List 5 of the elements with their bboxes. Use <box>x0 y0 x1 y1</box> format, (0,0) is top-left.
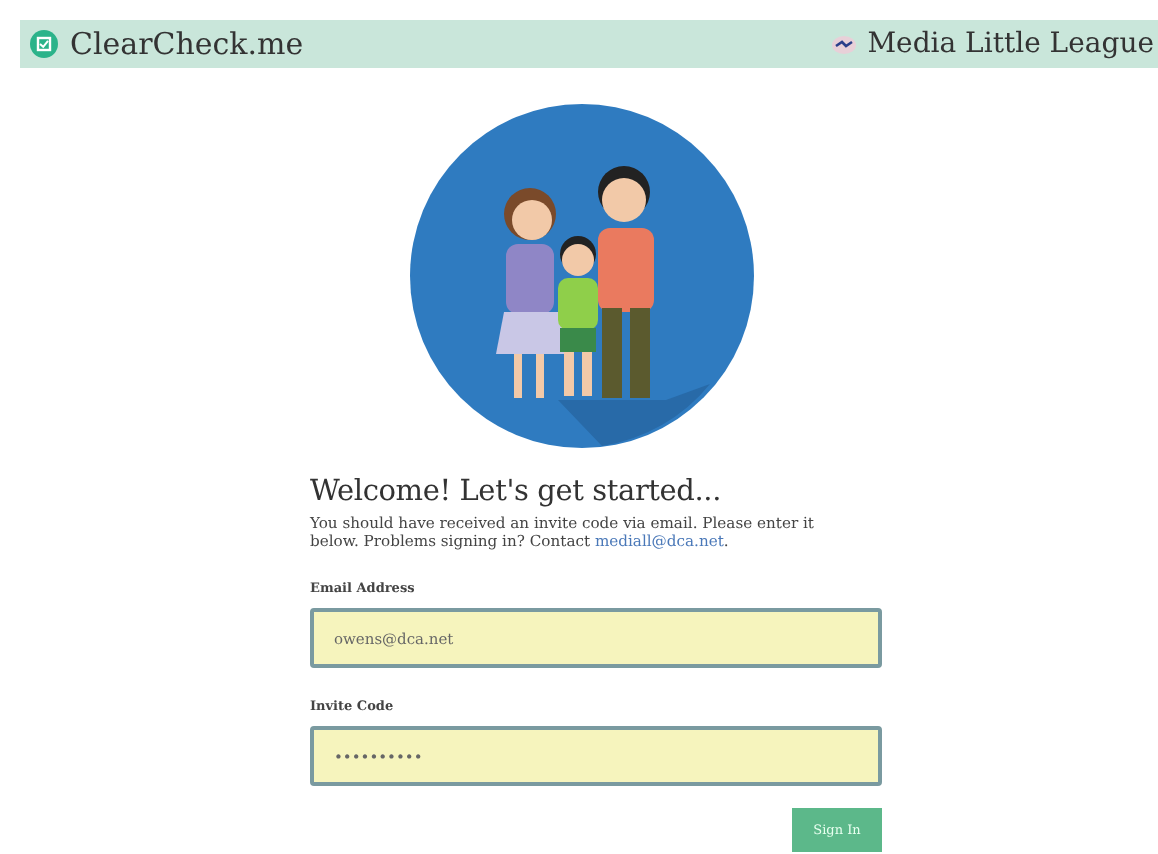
league-logo-icon <box>831 35 856 53</box>
brand-name: ClearCheck.me <box>70 26 304 62</box>
organization-name: Media Little League <box>867 28 1154 60</box>
welcome-heading: Welcome! Let's get started... <box>310 476 723 508</box>
checkbox-logo-icon <box>30 30 58 58</box>
